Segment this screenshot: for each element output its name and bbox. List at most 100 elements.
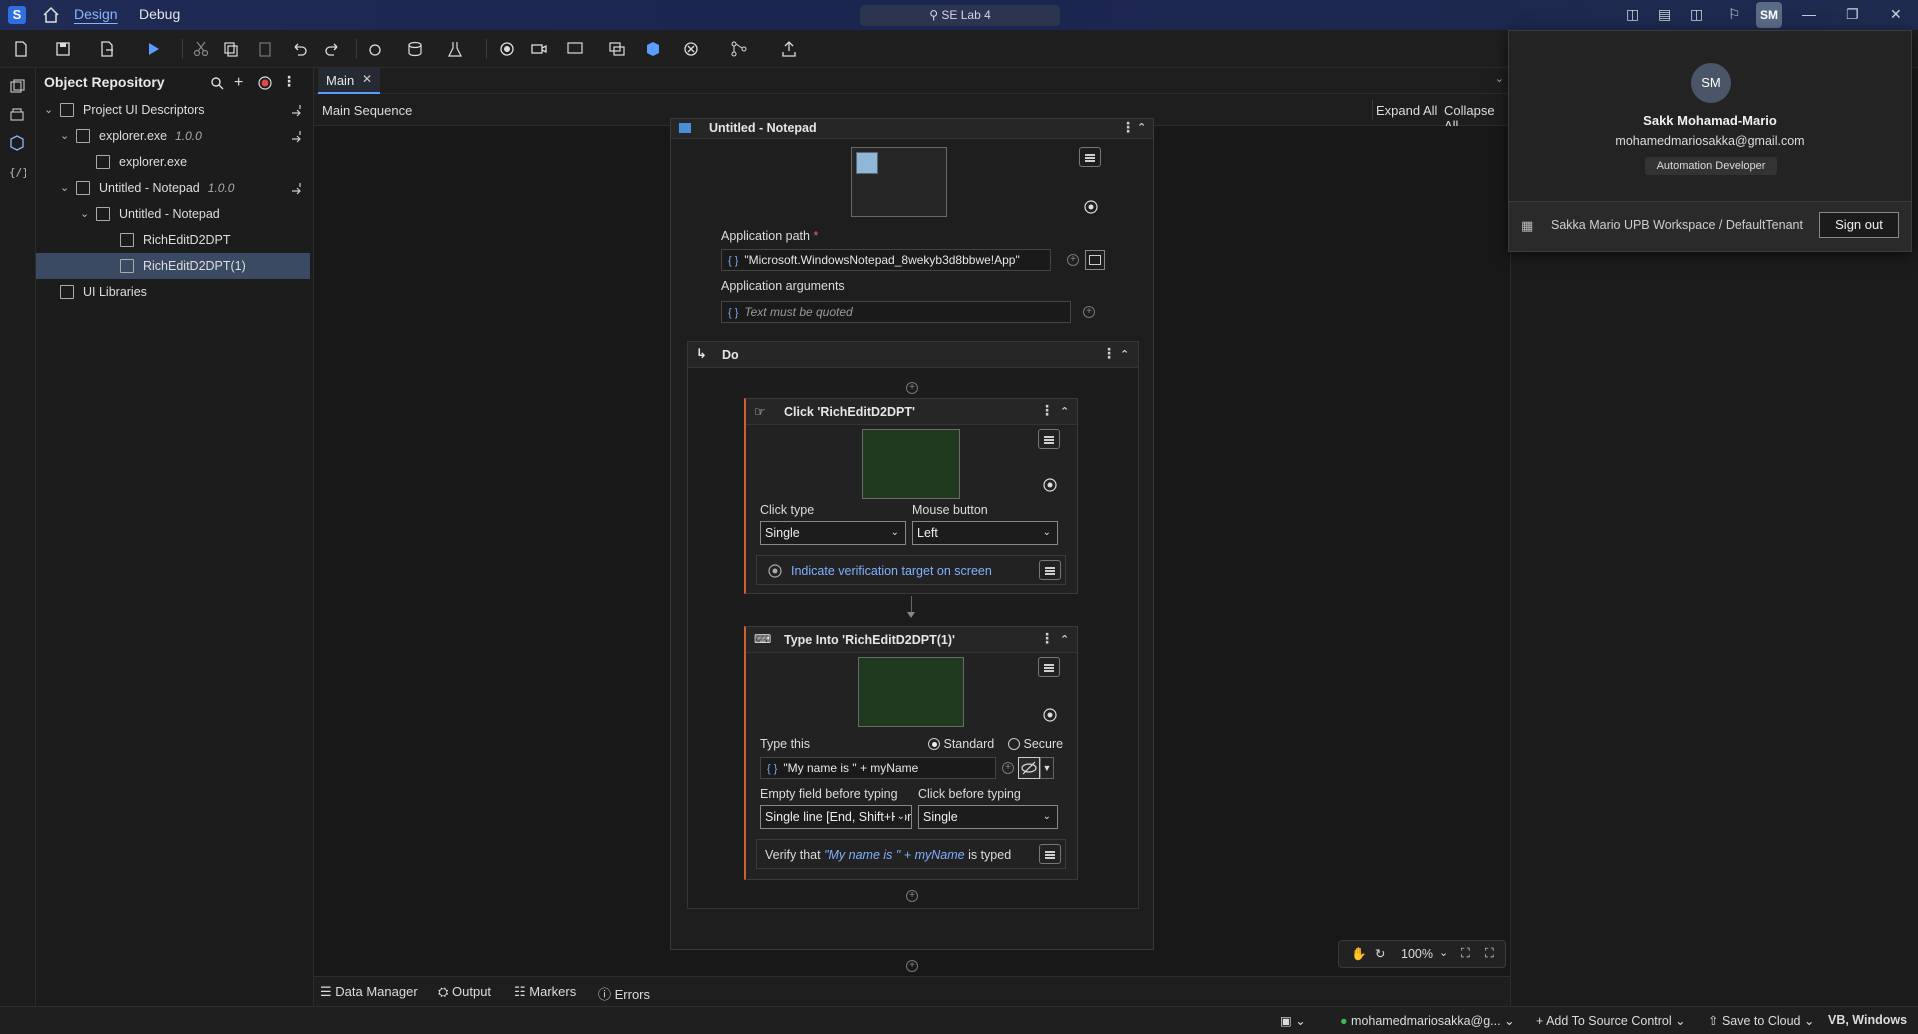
target-icon[interactable] xyxy=(1083,199,1099,215)
sign-out-button[interactable]: Sign out xyxy=(1819,212,1899,238)
type-into-activity-card[interactable]: ⌨ Type Into 'RichEditD2DPT(1)' ⋮ ⌃ Type … xyxy=(744,626,1078,880)
collapse-icon[interactable]: ⌃ xyxy=(1120,348,1129,361)
search-icon[interactable] xyxy=(210,76,224,90)
tab-debug[interactable]: Debug xyxy=(139,6,180,22)
tree-item-notepad-screen[interactable]: ⌄ Untitled - Notepad xyxy=(36,201,310,227)
analyze-icon[interactable] xyxy=(730,40,750,58)
ui-explorer-icon[interactable] xyxy=(608,40,628,58)
target-menu-button[interactable] xyxy=(1079,147,1101,167)
workspace-label[interactable]: Sakka Mario UPB Workspace / DefaultTenan… xyxy=(1551,218,1803,232)
app-args-input[interactable]: { } Text must be quoted xyxy=(721,301,1071,323)
project-icon[interactable] xyxy=(8,78,28,98)
chevron-down-icon[interactable]: ⌄ xyxy=(1495,72,1504,85)
save-icon[interactable] xyxy=(54,40,74,58)
chevron-down-icon[interactable]: ⌄ xyxy=(44,97,56,123)
hide-text-icon[interactable] xyxy=(1018,757,1040,779)
target-menu-button[interactable] xyxy=(1038,429,1060,449)
expand-all-button[interactable]: Expand All xyxy=(1376,103,1437,118)
export-icon[interactable] xyxy=(98,40,118,58)
tree-item-ui-libraries[interactable]: UI Libraries xyxy=(36,279,310,305)
run-icon[interactable] xyxy=(144,40,164,58)
tree-item-notepad-app[interactable]: ⌄ Untitled - Notepad 1.0.0 xyxy=(36,175,310,201)
orchestrator-icon[interactable]: ▣ ⌄ xyxy=(1280,1013,1306,1028)
snippets-icon[interactable]: {/} xyxy=(8,162,28,182)
target-icon[interactable] xyxy=(1042,707,1058,723)
remove-unused-icon[interactable] xyxy=(682,40,702,58)
app-path-input[interactable]: { } "Microsoft.WindowsNotepad_8wekyb3d8bb… xyxy=(721,249,1051,271)
sync-icon[interactable] xyxy=(290,103,304,117)
collapse-icon[interactable]: ⌃ xyxy=(1137,121,1146,134)
new-file-icon[interactable] xyxy=(12,40,32,58)
dropdown-icon[interactable]: ▼ xyxy=(1040,757,1054,779)
add-activity-icon[interactable]: + xyxy=(906,890,918,902)
verify-menu-button[interactable] xyxy=(1039,844,1061,864)
fullscreen-icon[interactable]: ⛶ xyxy=(1485,946,1494,961)
layout-right-icon[interactable]: ◫ xyxy=(1690,6,1703,23)
app-integration-icon[interactable] xyxy=(566,40,586,58)
click-before-select[interactable]: Single ⌄ xyxy=(918,805,1058,829)
more-options-icon[interactable]: ⋮ xyxy=(1040,402,1054,419)
more-options-icon[interactable]: ⋮ xyxy=(1102,345,1116,362)
verify-target-link[interactable]: Indicate verification target on screen xyxy=(791,564,992,578)
standard-radio[interactable]: Standard xyxy=(928,737,994,751)
chevron-down-icon[interactable]: ⌄ xyxy=(60,123,72,149)
save-cloud-button[interactable]: ⇧ Save to Cloud ⌄ xyxy=(1708,1013,1814,1028)
chevron-down-icon[interactable]: ⌄ xyxy=(60,175,72,201)
tab-errors[interactable]: ⓘ Errors xyxy=(598,984,650,1003)
user-avatar-button[interactable]: SM xyxy=(1756,2,1782,28)
secure-radio[interactable]: Secure xyxy=(1008,737,1063,751)
plus-icon[interactable]: + xyxy=(1067,254,1079,266)
object-repo-icon[interactable] xyxy=(644,40,664,58)
reset-zoom-icon[interactable]: ↻ xyxy=(1375,946,1385,961)
layout-left-icon[interactable]: ◫ xyxy=(1626,6,1639,23)
debug-icon[interactable] xyxy=(366,40,386,58)
tree-item-richedit-1[interactable]: RichEditD2DPT(1) xyxy=(36,253,310,279)
tab-output[interactable]: ⛭ Output xyxy=(438,984,491,1000)
project-search[interactable]: ⚲ SE Lab 4 xyxy=(860,5,1060,26)
collapse-icon[interactable]: ⌃ xyxy=(1060,633,1069,646)
activities-icon[interactable] xyxy=(8,106,28,126)
home-icon[interactable] xyxy=(42,6,60,24)
more-options-icon[interactable]: ⋮ xyxy=(282,73,296,90)
click-type-select[interactable]: Single ⌄ xyxy=(760,521,906,545)
chevron-down-icon[interactable]: ⌄ xyxy=(80,201,92,227)
tree-item-project-descriptors[interactable]: ⌄ Project UI Descriptors xyxy=(36,97,310,123)
target-icon[interactable] xyxy=(1042,477,1058,493)
use-application-card[interactable]: Untitled - Notepad ⋮ ⌃ Application path … xyxy=(670,118,1154,950)
add-icon[interactable]: + xyxy=(234,74,243,92)
undo-icon[interactable] xyxy=(290,40,310,58)
publish-icon[interactable] xyxy=(780,40,800,58)
hand-tool-icon[interactable]: ✋ xyxy=(1351,947,1367,962)
tab-main[interactable]: Main ✕ xyxy=(318,68,380,94)
tab-markers[interactable]: ☷ Markers xyxy=(514,984,576,1000)
copy-icon[interactable] xyxy=(222,40,242,58)
browse-app-icon[interactable] xyxy=(1085,250,1105,270)
sync-icon[interactable] xyxy=(290,181,304,195)
more-options-icon[interactable]: ⋮ xyxy=(1121,119,1135,136)
zoom-level[interactable]: 100% xyxy=(1401,947,1433,961)
paste-icon[interactable] xyxy=(256,40,276,58)
layout-bottom-icon[interactable]: ▤ xyxy=(1658,6,1671,23)
source-control-button[interactable]: + Add To Source Control ⌄ xyxy=(1536,1013,1686,1028)
do-block[interactable]: ↳ Do ⋮ ⌃ + ☞ Click 'RichEditD2DPT' ⋮ ⌃ C… xyxy=(687,341,1139,909)
redo-icon[interactable] xyxy=(324,40,344,58)
more-options-icon[interactable]: ⋮ xyxy=(1040,630,1054,647)
restore-icon[interactable]: ❐ xyxy=(1846,6,1859,23)
tree-item-richedit[interactable]: RichEditD2DPT xyxy=(36,227,310,253)
feedback-icon[interactable]: ⚐ xyxy=(1728,6,1741,23)
record-icon[interactable] xyxy=(498,40,518,58)
cut-icon[interactable] xyxy=(192,40,212,58)
plus-icon[interactable]: + xyxy=(1002,762,1014,774)
add-activity-icon[interactable]: + xyxy=(906,960,918,972)
tree-item-explorer-screen[interactable]: explorer.exe xyxy=(36,149,310,175)
breadcrumb-main-sequence[interactable]: Main Sequence xyxy=(322,103,412,118)
record-descriptor-icon[interactable] xyxy=(258,76,272,90)
click-activity-card[interactable]: ☞ Click 'RichEditD2DPT' ⋮ ⌃ Click type M… xyxy=(744,398,1078,594)
verify-typed-row[interactable]: Verify that "My name is " + myName is ty… xyxy=(756,839,1066,869)
screen-record-icon[interactable] xyxy=(530,40,550,58)
object-repository-icon[interactable] xyxy=(8,134,28,154)
verify-menu-button[interactable] xyxy=(1039,560,1061,580)
tab-design[interactable]: Design xyxy=(74,6,118,22)
verify-target-row[interactable]: Indicate verification target on screen xyxy=(756,555,1066,585)
mouse-button-select[interactable]: Left ⌄ xyxy=(912,521,1058,545)
